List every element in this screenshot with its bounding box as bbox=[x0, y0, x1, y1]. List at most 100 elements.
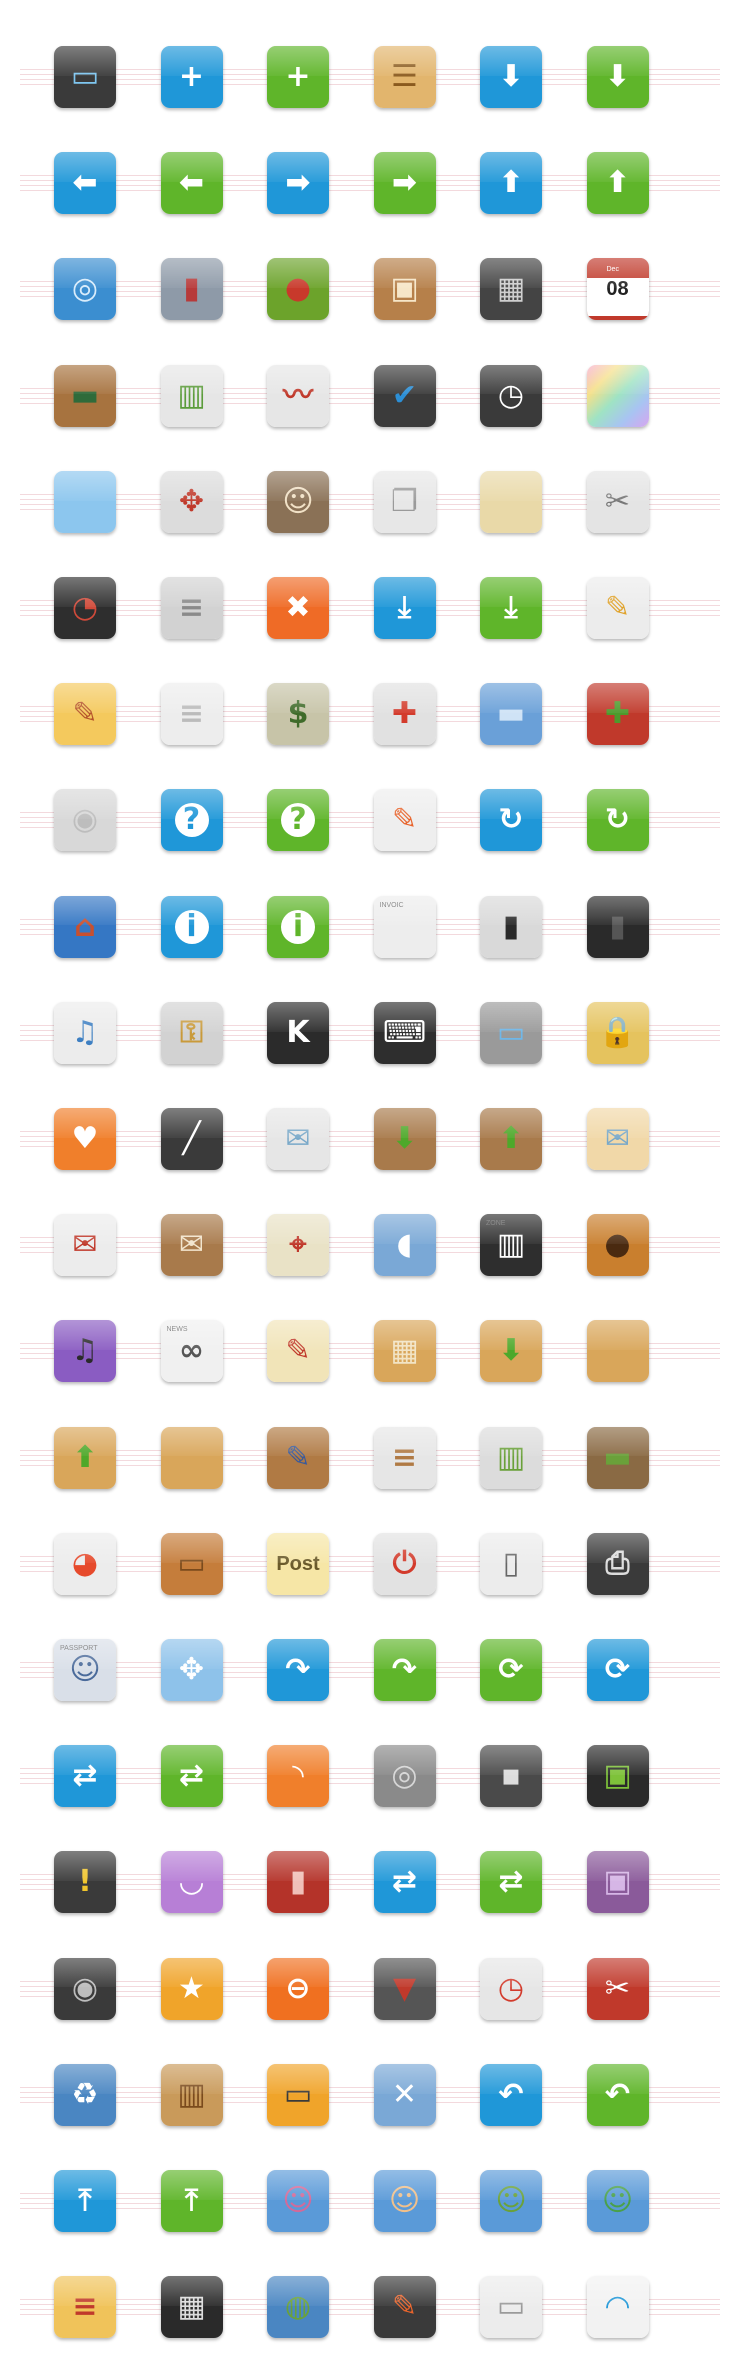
arrow-up-green-icon: ⬆ bbox=[586, 152, 649, 215]
icon-glyph: ⬇ bbox=[498, 1333, 524, 1369]
icon-label: PASSPORT bbox=[60, 1645, 98, 1652]
icon-glyph: ⇄ bbox=[391, 1864, 418, 1900]
icon-glyph: ▭ bbox=[70, 59, 100, 94]
notepad-icon: ✎ bbox=[267, 1320, 329, 1383]
arrow-left-green-icon: ⬅ bbox=[160, 152, 223, 215]
money-icon: $ bbox=[267, 683, 329, 746]
icon-text: 08 bbox=[586, 278, 649, 317]
arrow-up-blue-icon: ⬆ bbox=[480, 152, 542, 215]
map-pin-icon: ⌖ bbox=[267, 1214, 329, 1277]
tablet-icon: ▮ bbox=[480, 895, 542, 958]
icon-glyph: ◕ bbox=[71, 1545, 99, 1581]
piano-icon: ▥ ZONE bbox=[480, 1214, 542, 1277]
icon-text: Post bbox=[276, 1552, 320, 1575]
checkbox-icon: ✔ bbox=[373, 364, 436, 427]
notice-board-icon: ▣ bbox=[373, 258, 436, 321]
icon-glyph: ▮ bbox=[609, 908, 626, 944]
heart-icon: ♥ bbox=[54, 1108, 116, 1170]
icon-glyph: ◉ bbox=[71, 1970, 99, 2006]
upload-blue-icon: ⤒ bbox=[54, 2170, 116, 2232]
icon-glyph: ✖ bbox=[285, 590, 311, 625]
icon-glyph: ≡ bbox=[391, 1439, 418, 1475]
toolbox-icon: ✂ bbox=[586, 1957, 649, 2020]
icon-glyph: ⬇ bbox=[604, 59, 631, 94]
icon-glyph: ↻ bbox=[498, 802, 524, 838]
add-blue-icon: + bbox=[160, 46, 223, 108]
undo-green-icon: ↶ bbox=[586, 2063, 649, 2126]
tools-icon: ✕ bbox=[373, 2063, 436, 2126]
swap-green-icon: ⇄ bbox=[480, 1851, 542, 1914]
history-green-icon: ↻ bbox=[586, 789, 649, 852]
icon-glyph bbox=[54, 471, 116, 533]
icon-label: INVOIC bbox=[379, 901, 404, 909]
clipboard-icon: ≡ bbox=[373, 1426, 436, 1489]
icon-glyph: ⤓ bbox=[397, 590, 412, 625]
mail-open-icon: ✉ bbox=[586, 1108, 649, 1170]
user-female-icon: ☺ bbox=[267, 2170, 329, 2232]
magic-wand-icon: ╱ bbox=[160, 1108, 223, 1170]
repeat-blue-icon: ⇄ bbox=[54, 1745, 116, 1808]
icon-glyph: ⇄ bbox=[498, 1864, 524, 1900]
browser-window-icon: ▭ bbox=[480, 2276, 542, 2339]
help-blue-icon: ? bbox=[160, 789, 223, 852]
comment-icon: ≡ bbox=[54, 2276, 116, 2339]
icon-glyph: ⬇ bbox=[498, 59, 524, 94]
package-icon-2 bbox=[586, 1320, 649, 1383]
icon-glyph: ⊖ bbox=[285, 1970, 311, 2006]
suit-tie-icon: ▼ bbox=[373, 1957, 436, 2020]
pie-chart-icon: ◕ bbox=[54, 1532, 116, 1595]
icon-glyph: ◎ bbox=[71, 271, 99, 307]
icon-glyph: ▣ bbox=[603, 1758, 632, 1794]
power-outlet-icon: ▯ bbox=[480, 1532, 542, 1595]
rss-icon: ◝ bbox=[267, 1745, 329, 1808]
document-icon: ≡ bbox=[160, 683, 223, 746]
icon-glyph: ☺ bbox=[495, 2183, 527, 2218]
icon-glyph: ➡ bbox=[285, 165, 311, 201]
inbox-icon: ✉ bbox=[160, 1214, 223, 1277]
upload-green-icon: ⤒ bbox=[160, 2170, 223, 2232]
icon-glyph bbox=[587, 365, 649, 427]
globe-map-icon: ◍ bbox=[267, 2276, 329, 2339]
icon-glyph: ↶ bbox=[498, 2076, 524, 2112]
icon-glyph: ▬ bbox=[603, 1439, 632, 1475]
icon-glyph: ▭ bbox=[177, 1545, 206, 1581]
picture-frame-icon: ▣ bbox=[586, 1851, 649, 1914]
swap-blue-icon: ⇄ bbox=[373, 1851, 436, 1914]
icon-glyph: ✥ bbox=[178, 1652, 205, 1687]
user-icon: ☺ bbox=[373, 2170, 436, 2232]
icon-glyph bbox=[161, 1427, 223, 1489]
icon-glyph: ★ bbox=[178, 1970, 205, 2006]
icon-glyph: ✎ bbox=[604, 590, 631, 625]
refresh-green-icon: ⟳ bbox=[480, 1639, 542, 1701]
timer-icon: ◷ bbox=[480, 1957, 542, 2020]
icon-glyph: ⚿ bbox=[180, 1014, 203, 1050]
icon-glyph: ✎ bbox=[72, 696, 98, 732]
color-spectrum-icon bbox=[586, 364, 649, 427]
ipod-icon: ♫ bbox=[54, 1001, 116, 1064]
redo-blue-icon: ↷ bbox=[267, 1639, 329, 1701]
icon-glyph: ◝ bbox=[292, 1758, 304, 1794]
icon-glyph: ✂ bbox=[604, 1970, 631, 2006]
add-green-icon: + bbox=[267, 46, 329, 108]
icon-glyph: ✚ bbox=[604, 696, 631, 732]
icon-glyph: ✔ bbox=[391, 377, 418, 413]
icon-glyph: ➡ bbox=[391, 165, 418, 201]
post-it-icon: Post bbox=[267, 1532, 329, 1595]
envelope-yellow-icon: ✎ bbox=[54, 683, 116, 746]
chat-bubble-icon bbox=[54, 470, 116, 533]
fire-extinguisher-icon: ▮ bbox=[267, 1851, 329, 1914]
scissors-icon: ✂ bbox=[586, 470, 649, 533]
package-upload-icon: ⬆ bbox=[54, 1426, 116, 1489]
dashboard-icon: ◔ bbox=[54, 577, 116, 639]
calculator-icon: ▦ bbox=[480, 258, 542, 321]
arrow-down-green-icon: ⬇ bbox=[586, 46, 649, 108]
icon-glyph: ◡ bbox=[179, 1864, 204, 1900]
icon-glyph: ⌖ bbox=[289, 1227, 307, 1263]
icon-glyph: ▦ bbox=[177, 2289, 206, 2325]
download-green-icon: ⤓ bbox=[480, 577, 542, 639]
icon-glyph: ▬ bbox=[70, 377, 100, 413]
keyboard-icon: ⌨ bbox=[373, 1001, 436, 1064]
icon-glyph: ⬆ bbox=[498, 165, 524, 201]
icon-glyph: ↷ bbox=[285, 1652, 311, 1687]
icon-glyph: ● bbox=[284, 271, 312, 307]
